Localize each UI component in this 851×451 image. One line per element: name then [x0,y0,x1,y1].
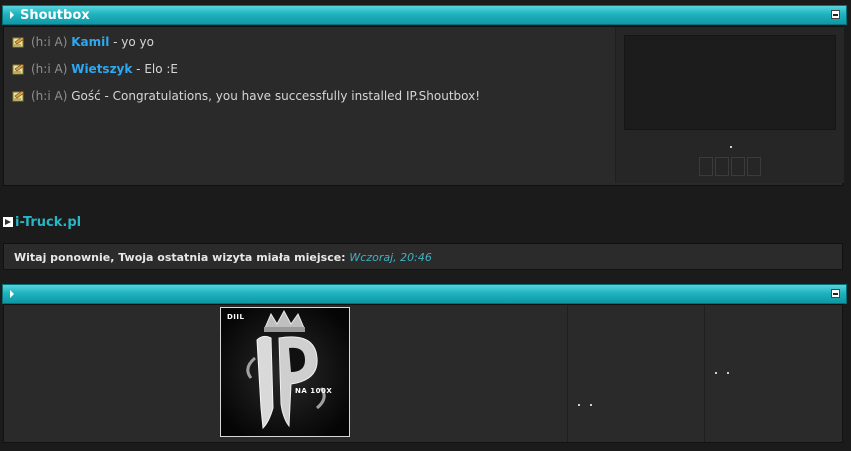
glyph-box [699,157,713,176]
message-username[interactable]: Wietszyk [71,62,132,76]
shoutbox-title: Shoutbox [20,8,90,23]
column-divider [704,305,705,442]
message-text: - Elo :E [132,62,179,76]
section-header [2,284,847,304]
column-divider [567,305,568,442]
separator-dot [590,404,592,406]
note-icon [12,36,25,48]
collapse-arrow-icon[interactable] [10,290,14,298]
message-username: Gość [71,89,101,103]
shoutbox-sidebar [615,27,844,183]
ip-logo-graphic [221,308,349,436]
message-time: (h:i A) [31,89,68,103]
message-time: (h:i A) [31,62,68,76]
welcome-text: Witaj ponownie, Twoja ostatnia wizyta mi… [14,251,350,264]
sidebar-image-placeholder [624,35,836,130]
message-text: - Congratulations, you have successfully… [100,89,481,103]
logo-text-bottom: NA 100X [295,387,333,395]
placeholder-glyphs [699,157,761,176]
separator-dot [727,372,729,374]
collapse-arrow-icon[interactable] [10,11,14,19]
logo-text-top: DIIL [227,313,245,321]
minimize-icon[interactable] [831,289,840,298]
glyph-box [731,157,745,176]
separator-dot [578,404,580,406]
featured-logo-image[interactable]: DIIL NA 100X [220,307,350,437]
minimize-icon[interactable] [831,10,840,19]
separator-dot [730,146,732,148]
content-panel [3,304,843,443]
shout-message: (h:i A) Gość - Congratulations, you have… [12,88,480,104]
site-title-link[interactable]: i-Truck.pl [3,215,81,230]
welcome-bar: Witaj ponownie, Twoja ostatnia wizyta mi… [3,243,843,270]
shout-message: (h:i A) Wietszyk - Elo :E [12,61,178,77]
last-visit-date: Wczoraj, 20:46 [349,251,432,264]
glyph-box [715,157,729,176]
site-arrow-icon [3,217,13,227]
note-icon [12,63,25,75]
message-text: - yo yo [109,35,155,49]
shoutbox-panel: (h:i A) Kamil - yo yo (h:i A) Wietszyk -… [3,26,844,186]
glyph-box [747,157,761,176]
shout-message: (h:i A) Kamil - yo yo [12,34,154,50]
separator-dot [715,372,717,374]
shoutbox-header: Shoutbox [2,5,847,25]
message-username[interactable]: Kamil [71,35,109,49]
message-time: (h:i A) [31,35,68,49]
note-icon [12,90,25,102]
site-title[interactable]: i-Truck.pl [15,215,81,230]
welcome-message: Witaj ponownie, Twoja ostatnia wizyta mi… [14,251,432,264]
